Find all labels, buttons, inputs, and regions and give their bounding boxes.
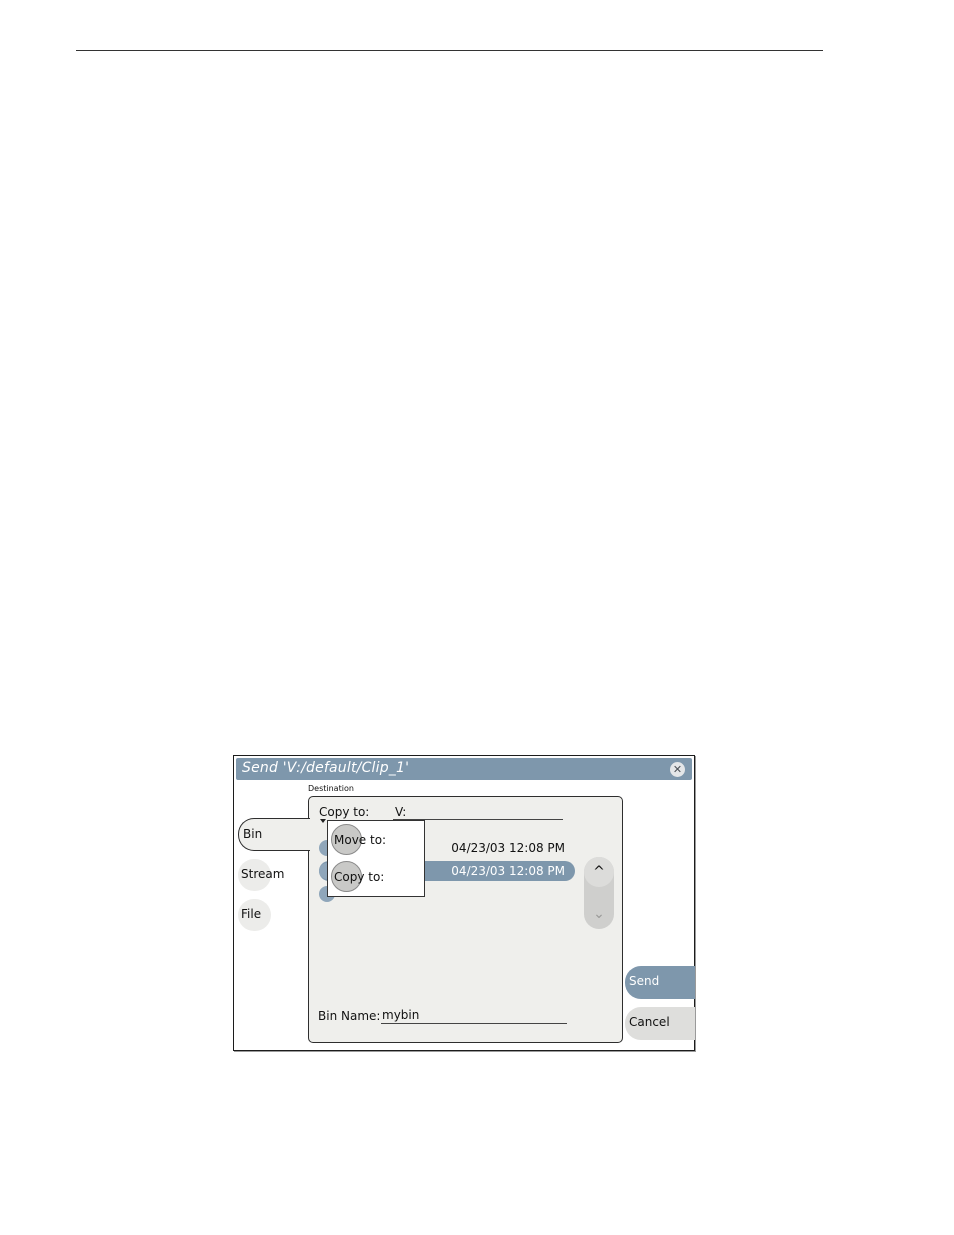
tab-file[interactable]: File xyxy=(238,899,271,931)
top-rule xyxy=(76,50,823,51)
cancel-button[interactable]: Cancel xyxy=(625,1007,695,1040)
close-icon: ✕ xyxy=(672,763,683,776)
bin-date: 04/23/03 12:08 PM xyxy=(451,841,565,855)
menu-item-copy-label: Copy to: xyxy=(334,870,385,884)
destination-panel: Copy to: V: 04/23/03 12:08 PM 04/23/03 1… xyxy=(308,796,623,1043)
mode-dropdown-menu: Move to: Copy to: xyxy=(327,820,425,897)
bin-name-label: Bin Name: xyxy=(318,1009,381,1023)
scroll-up-button[interactable]: ^ xyxy=(584,857,614,887)
tab-bin-label: Bin xyxy=(243,827,263,841)
title-bar: Send 'V:/default/Clip_1' ✕ xyxy=(236,758,692,780)
mode-selector[interactable]: Copy to: xyxy=(319,805,369,819)
destination-label: Destination xyxy=(308,784,354,793)
menu-item-copy[interactable]: Copy to: xyxy=(330,860,422,894)
send-dialog: Send 'V:/default/Clip_1' ✕ Destination S… xyxy=(233,755,695,1051)
close-button[interactable]: ✕ xyxy=(670,762,685,777)
menu-item-move-label: Move to: xyxy=(334,833,387,847)
bin-name-field[interactable] xyxy=(381,1007,567,1024)
menu-item-move[interactable]: Move to: xyxy=(330,823,422,857)
tab-file-label: File xyxy=(241,907,262,921)
send-button-label: Send xyxy=(629,974,660,988)
dialog-title: Send 'V:/default/Clip_1' xyxy=(242,760,410,776)
scroll-down-button[interactable]: ⌄ xyxy=(584,899,614,929)
tab-stream-label: Stream xyxy=(241,867,285,881)
chevron-down-icon: ⌄ xyxy=(593,906,605,922)
destination-path: V: xyxy=(395,805,407,819)
scroll-control: ^ ⌄ xyxy=(584,857,614,929)
send-button[interactable]: Send xyxy=(625,966,695,999)
cancel-button-label: Cancel xyxy=(629,1015,670,1029)
tab-bin[interactable]: Bin xyxy=(238,818,310,851)
chevron-up-icon: ^ xyxy=(593,864,605,880)
tab-stream[interactable]: Stream xyxy=(238,859,284,891)
dropdown-arrow-icon[interactable] xyxy=(320,819,326,823)
bin-date: 04/23/03 12:08 PM xyxy=(451,864,565,878)
